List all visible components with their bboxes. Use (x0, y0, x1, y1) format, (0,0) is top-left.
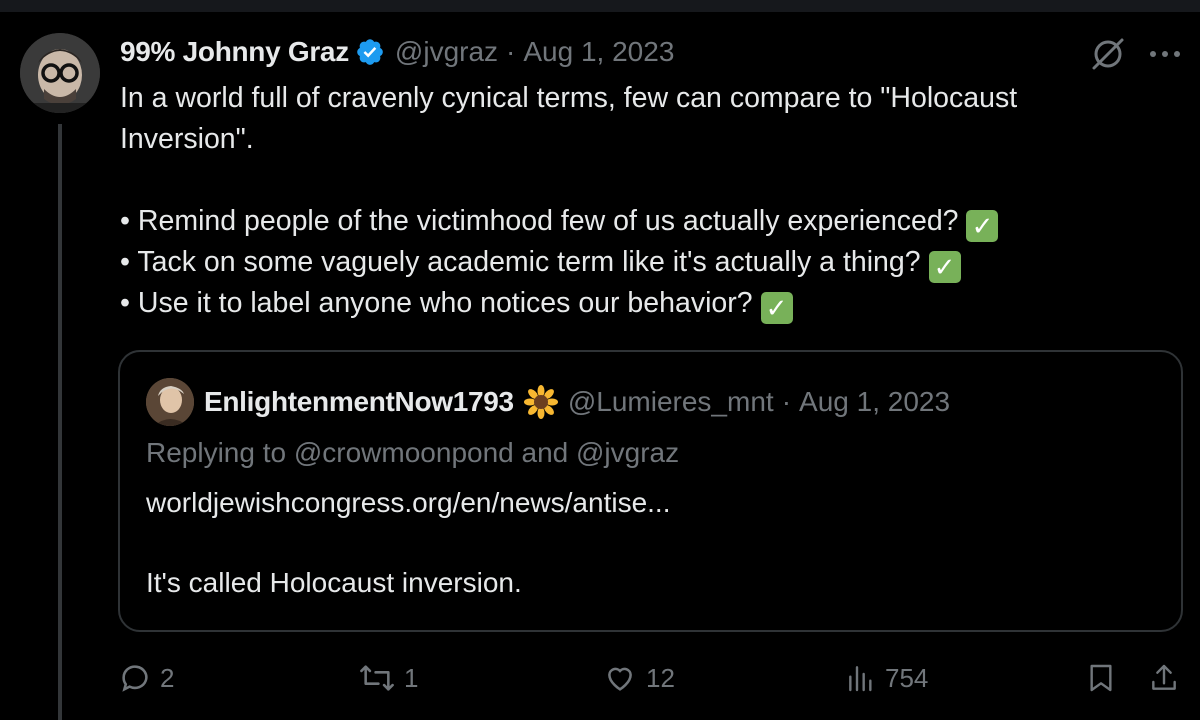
repost-count: 1 (404, 662, 419, 693)
replying-to[interactable]: Replying to @crowmoonpond and @jvgraz (146, 437, 679, 469)
grok-icon[interactable] (1090, 36, 1126, 72)
more-icon[interactable] (1145, 40, 1185, 68)
bullet-line: • Use it to label anyone who notices our… (120, 283, 1180, 324)
share-icon (1152, 664, 1176, 690)
bookmark-button[interactable] (1085, 658, 1117, 698)
tweet-line: In a world full of cravenly cynical term… (120, 82, 1018, 114)
repost-button[interactable]: 1 (358, 658, 418, 698)
like-icon (608, 667, 632, 691)
separator-dot: · (781, 386, 792, 417)
quoted-text: It's called Holocaust inversion. (146, 567, 522, 598)
like-count: 12 (646, 662, 675, 693)
quoted-tweet[interactable]: EnlightenmentNow1793 @Lumieres_mnt · Aug… (118, 350, 1183, 632)
author-name[interactable]: 99% Johnny Graz (120, 36, 349, 68)
sunflower-icon (523, 385, 558, 419)
tweet-text: In a world full of cravenly cynical term… (120, 78, 1180, 324)
tweet-view: 99% Johnny Graz @jvgraz · Aug 1, 2023 In… (0, 0, 1200, 720)
quoted-link[interactable]: worldjewishcongress.org/en/news/antise..… (146, 487, 670, 519)
reply-button[interactable]: 2 (118, 658, 174, 698)
line-break (120, 160, 1180, 201)
quoted-author-handle[interactable]: @Lumieres_mnt (568, 386, 774, 418)
author-avatar[interactable] (20, 33, 100, 113)
check-mark-icon: ✓ (966, 210, 999, 242)
views-count: 754 (885, 662, 929, 693)
reply-icon (122, 665, 148, 692)
bullet-line: • Tack on some vaguely academic term lik… (120, 242, 1180, 283)
quoted-tweet-date[interactable]: Aug 1, 2023 (799, 386, 950, 418)
quoted-author-name[interactable]: EnlightenmentNow1793 (204, 386, 514, 418)
tweet-line: Inversion". (120, 123, 254, 155)
quoted-author-avatar[interactable] (146, 378, 194, 426)
check-mark-icon: ✓ (760, 292, 793, 324)
views-button[interactable]: 754 (845, 658, 928, 698)
share-button[interactable] (1148, 658, 1180, 698)
separator-dot: · (506, 36, 516, 67)
thread-line (58, 124, 62, 720)
top-divider (0, 0, 1200, 12)
check-mark-icon: ✓ (928, 251, 961, 283)
bullet-line: • Remind people of the victimhood few of… (120, 201, 1180, 242)
like-button[interactable]: 12 (602, 658, 675, 698)
tweet-date[interactable]: Aug 1, 2023 (523, 36, 674, 68)
verified-badge-icon[interactable] (355, 37, 385, 67)
quoted-tweet-header: EnlightenmentNow1793 @Lumieres_mnt · Aug… (204, 380, 950, 424)
author-handle[interactable]: @jvgraz (395, 36, 498, 68)
tweet-header: 99% Johnny Graz @jvgraz · Aug 1, 2023 (120, 30, 674, 74)
repost-icon (360, 665, 394, 691)
views-icon (849, 666, 872, 692)
bookmark-icon (1090, 664, 1112, 692)
reply-count: 2 (160, 662, 175, 693)
